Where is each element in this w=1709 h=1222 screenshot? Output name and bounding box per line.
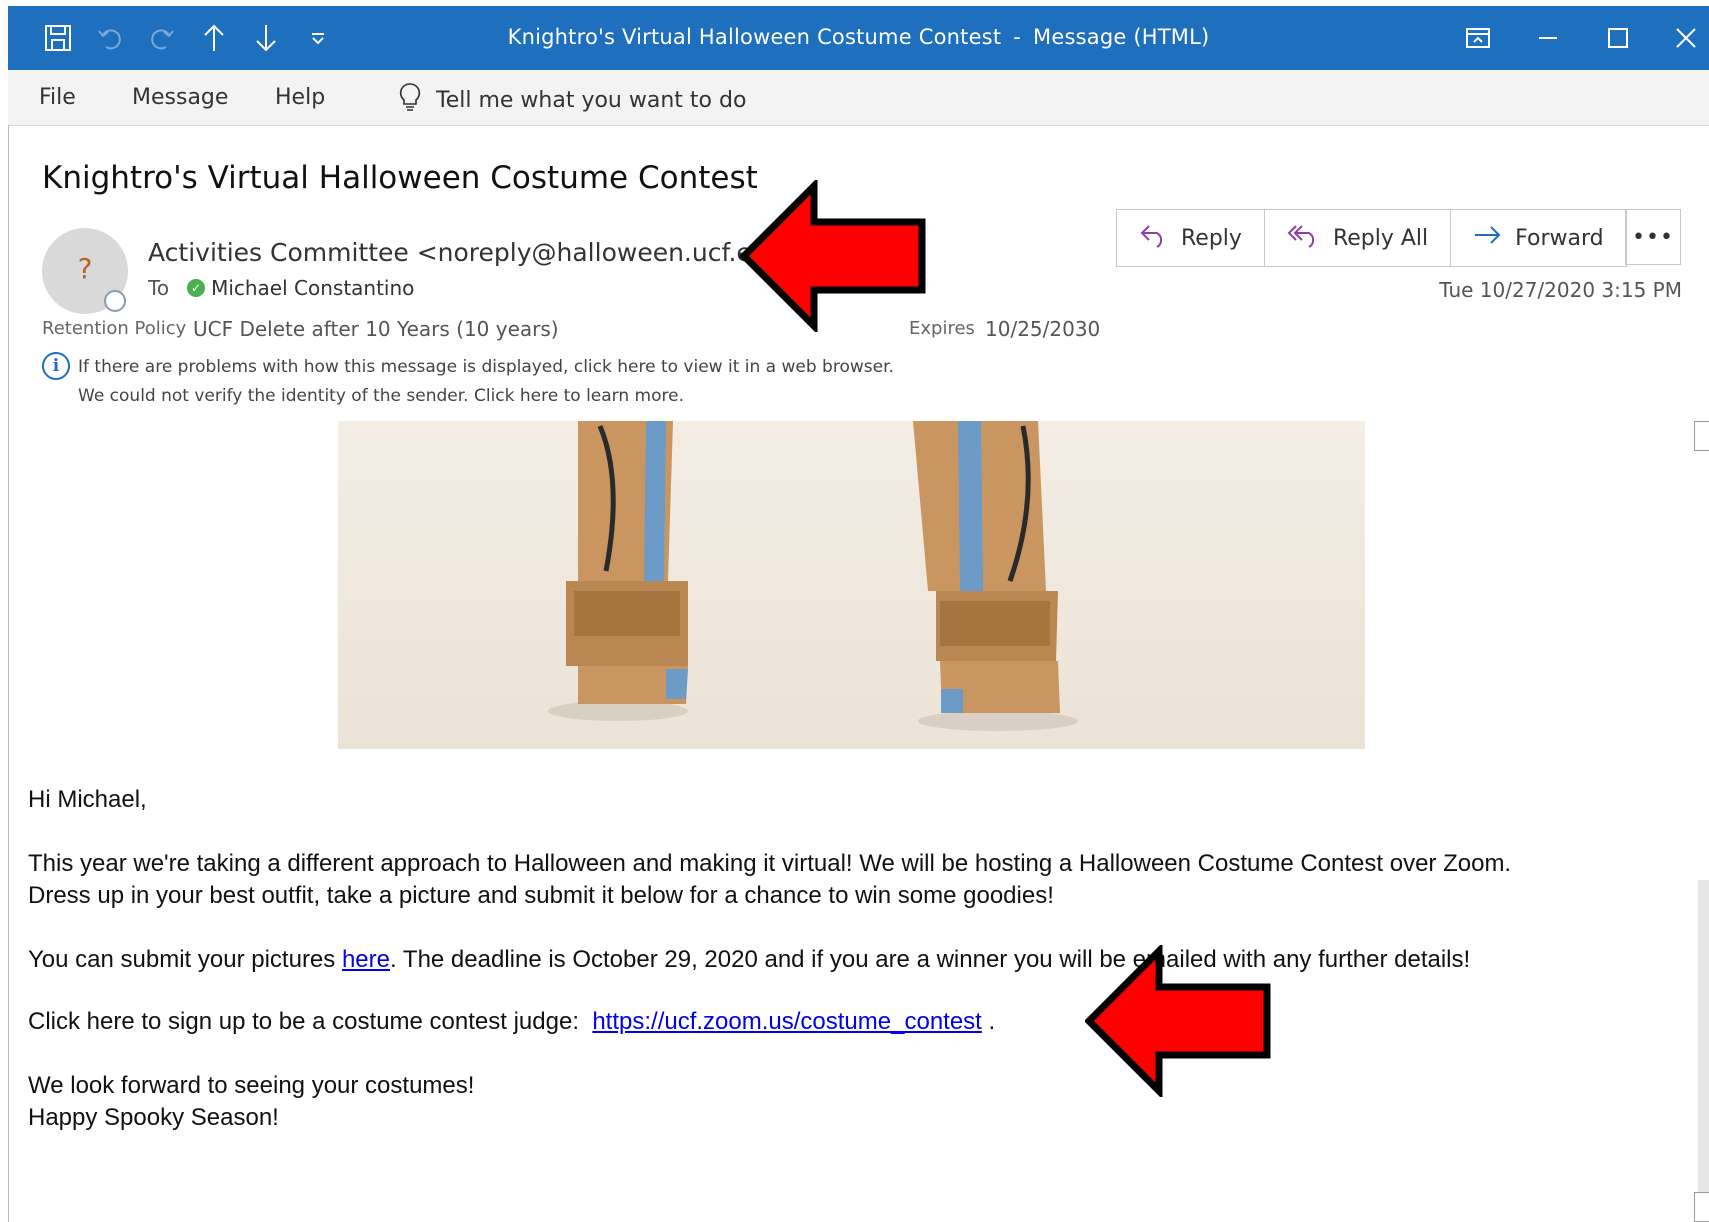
scrollbar-thumb[interactable]: [1698, 880, 1709, 1210]
annotation-arrow-link: [1085, 945, 1271, 1097]
title-bar: Knightro's Virtual Halloween Costume Con…: [8, 6, 1709, 70]
menu-help[interactable]: Help: [275, 85, 325, 110]
ribbon-display-options-icon[interactable]: [1450, 16, 1506, 60]
forward-button[interactable]: Forward: [1451, 210, 1625, 266]
avatar-initial: ?: [77, 252, 93, 285]
window-left-border: [8, 125, 9, 1222]
menu-bar: File Message Help Tell me what you want …: [8, 70, 1709, 126]
retention-label: Retention Policy: [42, 318, 187, 339]
recipients-row: To ✓ Michael Constantino: [148, 276, 414, 300]
paragraph-1-line-1: This year we're taking a different appro…: [28, 850, 1512, 877]
verified-check-icon: ✓: [187, 279, 206, 297]
info-icon: i: [42, 352, 70, 380]
reply-icon: [1139, 222, 1169, 254]
message-date: Tue 10/27/2020 3:15 PM: [1439, 278, 1682, 302]
tell-me-text: Tell me what you want to do: [436, 87, 747, 113]
closing-line-2: Happy Spooky Season!: [28, 1104, 279, 1131]
paragraph-3: Click here to sign up to be a costume co…: [28, 1008, 996, 1035]
scroll-up-button[interactable]: [1694, 421, 1709, 451]
closing-line-1: We look forward to seeing your costumes!: [28, 1072, 475, 1099]
greeting: Hi Michael,: [28, 786, 147, 813]
reply-button[interactable]: Reply: [1117, 210, 1265, 266]
message-subject: Knightro's Virtual Halloween Costume Con…: [42, 160, 758, 196]
reply-all-button[interactable]: Reply All: [1265, 210, 1452, 266]
costume-photo: [338, 421, 1365, 749]
tell-me-search[interactable]: Tell me what you want to do: [398, 82, 746, 118]
reply-all-icon: [1287, 222, 1321, 254]
minimize-icon[interactable]: [1520, 16, 1576, 60]
more-actions-button[interactable]: •••: [1625, 209, 1681, 265]
submit-pictures-link[interactable]: here: [342, 946, 390, 973]
recipient-name[interactable]: Michael Constantino: [211, 276, 414, 300]
annotation-arrow-sender: [740, 180, 926, 332]
display-problem-notice[interactable]: If there are problems with how this mess…: [78, 357, 894, 377]
scroll-down-button[interactable]: [1694, 1192, 1709, 1222]
forward-icon: [1473, 224, 1503, 252]
expires-value: 10/25/2030: [985, 317, 1101, 341]
maximize-icon[interactable]: [1590, 16, 1646, 60]
judge-signup-link[interactable]: https://ucf.zoom.us/costume_contest: [592, 1008, 982, 1035]
lightbulb-icon: [398, 82, 422, 118]
sender-verification-notice[interactable]: We could not verify the identity of the …: [78, 386, 684, 406]
to-label: To: [148, 276, 170, 300]
sender-address[interactable]: Activities Committee <noreply@halloween.…: [148, 238, 789, 267]
paragraph-1-line-2: Dress up in your best outfit, take a pic…: [28, 882, 1054, 909]
close-icon[interactable]: [1658, 16, 1709, 60]
message-actions: Reply Reply All Forward: [1116, 209, 1627, 267]
menu-message[interactable]: Message: [132, 85, 228, 110]
retention-value: UCF Delete after 10 Years (10 years): [193, 317, 559, 341]
presence-status-icon: [104, 290, 126, 312]
menu-file[interactable]: File: [39, 85, 76, 110]
